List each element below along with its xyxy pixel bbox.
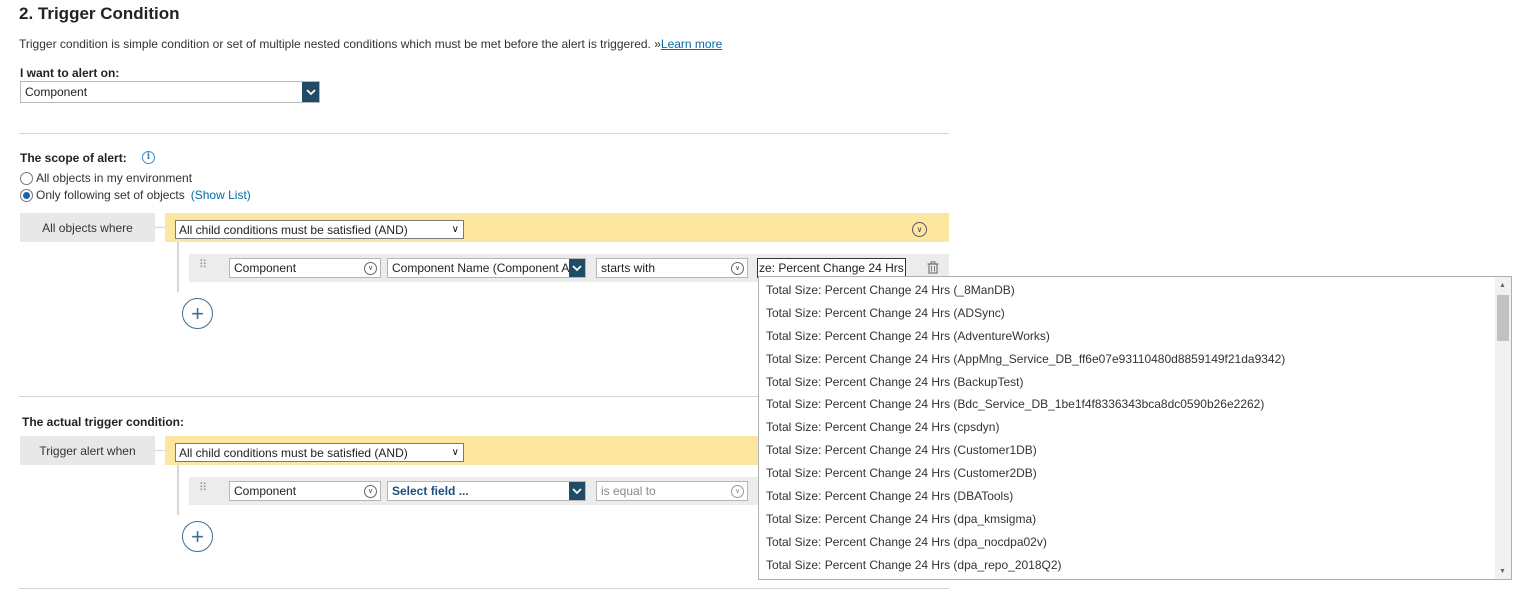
autocomplete-item[interactable]: Total Size: Percent Change 24 Hrs (_8Man… xyxy=(759,279,1495,302)
autocomplete-item[interactable]: Total Size: Percent Change 24 Hrs (cpsdy… xyxy=(759,416,1495,439)
scope-option-all[interactable]: All objects in my environment xyxy=(20,171,192,185)
alert-on-value: Component xyxy=(25,85,88,99)
add-condition-button[interactable]: + xyxy=(182,298,213,329)
connector xyxy=(155,227,165,228)
chevron-down-icon: ∨ xyxy=(731,261,744,275)
trigger-object-value: Component xyxy=(234,484,297,498)
scrollbar[interactable]: ▲ ▼ xyxy=(1495,277,1511,579)
scope-option-all-label: All objects in my environment xyxy=(36,171,193,185)
description-text: Trigger condition is simple condition or… xyxy=(19,37,661,51)
info-icon[interactable]: i xyxy=(142,151,155,164)
radio-following-objects[interactable] xyxy=(20,188,33,202)
scope-object-select[interactable]: Component ∨ xyxy=(229,258,381,278)
autocomplete-item[interactable]: Total Size: Percent Change 24 Hrs (dpa_k… xyxy=(759,508,1495,531)
chevron-down-icon: ∨ xyxy=(731,484,744,498)
scope-option-following-label: Only following set of objects xyxy=(36,188,185,202)
autocomplete-item[interactable]: Total Size: Percent Change 24 Hrs (Adven… xyxy=(759,325,1495,348)
autocomplete-item[interactable]: Total Size: Percent Change 24 Hrs (AppMn… xyxy=(759,348,1495,371)
autocomplete-item[interactable]: Total Size: Percent Change 24 Hrs (dpa_n… xyxy=(759,531,1495,554)
autocomplete-item[interactable]: Total Size: Percent Change 24 Hrs (DBATo… xyxy=(759,485,1495,508)
divider xyxy=(19,588,949,589)
add-condition-button[interactable]: + xyxy=(182,521,213,552)
drag-handle-icon[interactable]: ⠿ xyxy=(199,260,207,271)
trigger-field-select[interactable]: Select field ... xyxy=(387,481,586,501)
chevron-down-icon[interactable] xyxy=(569,482,585,500)
section-title: 2. Trigger Condition xyxy=(19,4,180,23)
collapse-chevron-icon[interactable]: ∨ xyxy=(912,222,927,237)
learn-more-link[interactable]: Learn more xyxy=(661,37,722,51)
scope-object-value: Component xyxy=(234,261,297,275)
alert-on-select[interactable]: Component xyxy=(20,81,320,103)
autocomplete-item[interactable]: Total Size: Percent Change 24 Hrs (Bdc_S… xyxy=(759,393,1495,416)
chevron-down-icon[interactable] xyxy=(569,259,585,277)
autocomplete-dropdown[interactable]: Total Size: Percent Change 24 Hrs (_8Man… xyxy=(758,276,1512,580)
chevron-down-icon: ∨ xyxy=(364,484,377,498)
scope-label: The scope of alert: xyxy=(20,151,127,165)
connector xyxy=(155,450,165,451)
scope-operator-select[interactable]: starts with ∨ xyxy=(596,258,748,278)
tree-line xyxy=(177,465,179,515)
divider xyxy=(19,133,949,134)
scope-group-operator-value: All child conditions must be satisfied (… xyxy=(179,222,408,237)
trigger-group-operator-select[interactable]: All child conditions must be satisfied (… xyxy=(175,443,464,462)
trash-icon[interactable] xyxy=(927,261,939,277)
tree-line xyxy=(177,242,179,292)
trigger-object-select[interactable]: Component ∨ xyxy=(229,481,381,501)
chevron-down-icon: ∨ xyxy=(451,447,459,458)
scope-operator-value: starts with xyxy=(601,261,656,275)
autocomplete-item[interactable]: Total Size: Percent Change 24 Hrs (ADSyn… xyxy=(759,302,1495,325)
scope-value-input[interactable]: ze: Percent Change 24 Hrs xyxy=(757,258,906,278)
trigger-operator-select[interactable]: is equal to ∨ xyxy=(596,481,748,501)
section-description: Trigger condition is simple condition or… xyxy=(19,37,722,51)
scope-field-select[interactable]: Component Name (Component A xyxy=(387,258,586,278)
alert-on-label: I want to alert on: xyxy=(20,66,120,80)
chevron-down-icon: ∨ xyxy=(364,261,377,275)
trigger-group-label: Trigger alert when xyxy=(20,436,155,465)
trigger-label: The actual trigger condition: xyxy=(22,415,185,429)
scroll-down-icon[interactable]: ▼ xyxy=(1499,568,1506,575)
scope-group-operator-select[interactable]: All child conditions must be satisfied (… xyxy=(175,220,464,239)
radio-all-objects[interactable] xyxy=(20,171,33,185)
scope-value-text: ze: Percent Change 24 Hrs xyxy=(759,261,904,275)
scroll-up-icon[interactable]: ▲ xyxy=(1499,282,1506,289)
chevron-down-icon[interactable] xyxy=(302,82,319,102)
drag-handle-icon[interactable]: ⠿ xyxy=(199,483,207,494)
scope-option-following[interactable]: Only following set of objects (Show List… xyxy=(20,188,251,202)
scope-group-label: All objects where xyxy=(20,213,155,242)
autocomplete-item[interactable]: Total Size: Percent Change 24 Hrs (Custo… xyxy=(759,462,1495,485)
trigger-group-operator-value: All child conditions must be satisfied (… xyxy=(179,445,408,460)
chevron-down-icon: ∨ xyxy=(451,224,459,235)
autocomplete-item[interactable]: Total Size: Percent Change 24 Hrs (dpa_r… xyxy=(759,554,1495,577)
trigger-operator-value: is equal to xyxy=(601,484,656,498)
scope-field-value: Component Name (Component A xyxy=(392,261,569,275)
scroll-thumb[interactable] xyxy=(1497,295,1509,341)
autocomplete-item[interactable]: Total Size: Percent Change 24 Hrs (Backu… xyxy=(759,371,1495,394)
trigger-field-value: Select field ... xyxy=(392,484,469,498)
show-list-link[interactable]: (Show List) xyxy=(191,188,251,202)
autocomplete-item[interactable]: Total Size: Percent Change 24 Hrs (Custo… xyxy=(759,439,1495,462)
